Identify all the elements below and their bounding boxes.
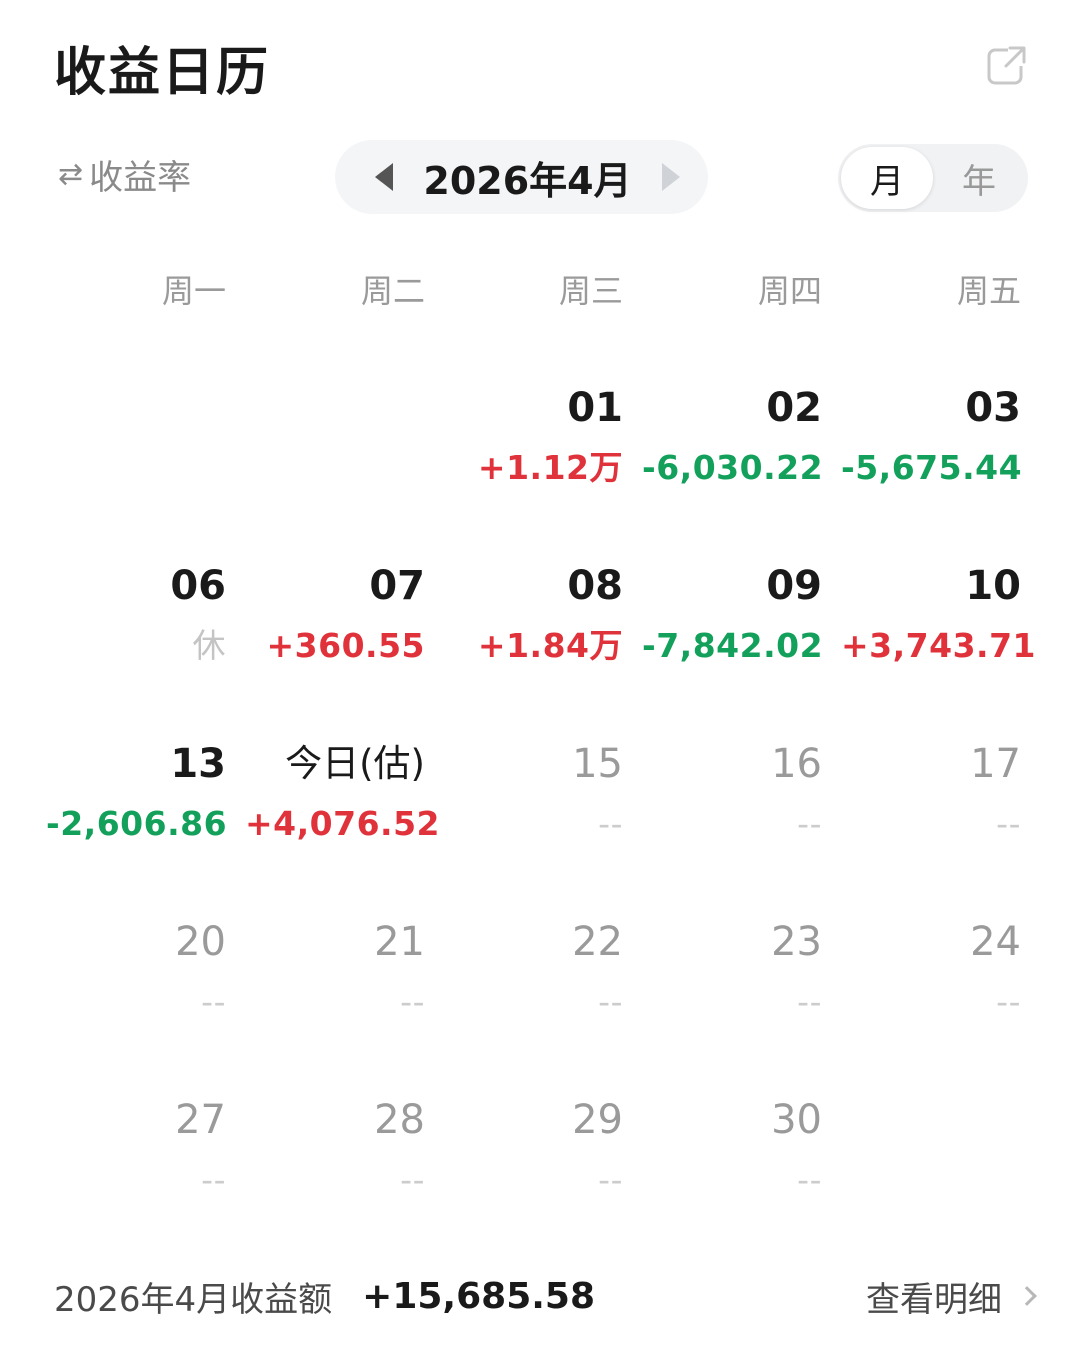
calendar-day-today[interactable]: 今日(估) +4,076.52	[245, 740, 440, 880]
day-number: 17	[970, 741, 1021, 787]
prev-month-icon[interactable]	[375, 163, 393, 191]
day-number: 今日(估)	[285, 742, 425, 785]
calendar-day[interactable]: 07 +360.55	[245, 562, 426, 702]
day-number: 24	[970, 919, 1021, 965]
period-option-month[interactable]: 月	[841, 147, 933, 209]
day-profit: -5,675.44	[841, 448, 1023, 487]
calendar-day[interactable]: 09 -7,842.02	[642, 562, 824, 702]
day-profit: -7,842.02	[642, 626, 824, 665]
day-profit: -6,030.22	[642, 448, 824, 487]
weekday-label: 周五	[956, 272, 1021, 310]
rate-toggle-label: 收益率	[89, 158, 192, 198]
calendar-day[interactable]: 28 --	[245, 1096, 425, 1236]
calendar-day[interactable]: 23 --	[642, 918, 822, 1058]
calendar-day[interactable]: 08 +1.84万	[443, 562, 623, 702]
weekday-label: 周二	[360, 272, 425, 310]
day-profit: --	[996, 982, 1021, 1021]
calendar-day[interactable]: 06 休	[46, 562, 226, 702]
calendar-day[interactable]: 10 +3,743.71	[841, 562, 1036, 702]
day-number: 13	[170, 741, 226, 787]
month-navigator: 2026年4月	[335, 140, 708, 214]
calendar-day[interactable]: 15 --	[443, 740, 623, 880]
day-number: 20	[175, 919, 226, 965]
day-profit: --	[598, 804, 623, 843]
calendar-day[interactable]: 16 --	[642, 740, 822, 880]
day-profit: --	[201, 1160, 226, 1199]
day-profit: --	[797, 982, 822, 1021]
day-number: 30	[771, 1097, 822, 1143]
day-number: 06	[170, 563, 226, 609]
weekday-label: 周一	[161, 272, 226, 310]
calendar-day[interactable]: 13 -2,606.86	[46, 740, 228, 880]
day-profit: 休	[192, 626, 226, 665]
next-month-icon[interactable]	[661, 163, 680, 191]
day-number: 15	[572, 741, 623, 787]
day-profit: --	[400, 1160, 425, 1199]
summary-value: +15,685.58	[362, 1275, 596, 1317]
day-number: 21	[374, 919, 425, 965]
day-number: 01	[567, 385, 623, 431]
day-profit: --	[996, 804, 1021, 843]
day-profit: +1.12万	[477, 448, 623, 487]
day-profit: --	[598, 1160, 623, 1199]
day-number: 08	[567, 563, 623, 609]
weekday-header: 周一 周二 周三 周四 周五	[0, 266, 1080, 310]
swap-arrows-icon: ⇄	[58, 157, 84, 192]
view-detail-label: 查看明细	[866, 1279, 1002, 1320]
calendar-day[interactable]: 17 --	[841, 740, 1021, 880]
calendar-day[interactable]: 30 --	[642, 1096, 822, 1236]
day-profit: -2,606.86	[46, 804, 228, 843]
period-option-year[interactable]: 年	[933, 147, 1025, 209]
chevron-right-icon	[1017, 1286, 1037, 1306]
day-number: 10	[965, 563, 1021, 609]
day-profit: --	[598, 982, 623, 1021]
summary-label: 2026年4月收益额	[54, 1279, 333, 1320]
day-profit: --	[797, 804, 822, 843]
calendar-day[interactable]: 20 --	[46, 918, 226, 1058]
calendar-day[interactable]: 03 -5,675.44	[841, 384, 1023, 524]
monthly-summary: 2026年4月收益额 +15,685.58 查看明细	[54, 1270, 1037, 1322]
day-number: 03	[965, 385, 1021, 431]
calendar-day[interactable]: 27 --	[46, 1096, 226, 1236]
external-link-icon[interactable]	[986, 44, 1028, 86]
calendar-day[interactable]: 21 --	[245, 918, 425, 1058]
day-profit: +1.84万	[477, 626, 623, 665]
day-number: 28	[374, 1097, 425, 1143]
period-switch: 月 年	[838, 144, 1028, 212]
day-profit: --	[201, 982, 226, 1021]
page-title: 收益日历	[54, 43, 271, 103]
day-profit: +3,743.71	[841, 626, 1036, 665]
day-profit: --	[400, 982, 425, 1021]
month-label[interactable]: 2026年4月	[423, 150, 631, 205]
calendar-day[interactable]: 29 --	[443, 1096, 623, 1236]
day-number: 02	[766, 385, 822, 431]
day-profit: --	[797, 1160, 822, 1199]
day-profit: +4,076.52	[245, 804, 440, 843]
calendar-day[interactable]: 02 -6,030.22	[642, 384, 824, 524]
day-number: 27	[175, 1097, 226, 1143]
weekday-label: 周四	[757, 272, 822, 310]
day-profit: +360.55	[266, 626, 425, 665]
day-number: 07	[369, 563, 425, 609]
calendar-day[interactable]: 22 --	[443, 918, 623, 1058]
weekday-label: 周三	[558, 272, 623, 310]
day-number: 29	[572, 1097, 623, 1143]
day-number: 23	[771, 919, 822, 965]
calendar-day[interactable]: 01 +1.12万	[443, 384, 623, 524]
day-number: 22	[572, 919, 623, 965]
calendar-day[interactable]: 24 --	[841, 918, 1021, 1058]
view-detail-link[interactable]: 查看明细	[866, 1272, 1037, 1321]
day-number: 09	[766, 563, 822, 609]
day-number: 16	[771, 741, 822, 787]
rate-toggle-button[interactable]: ⇄ 收益率	[58, 150, 191, 199]
